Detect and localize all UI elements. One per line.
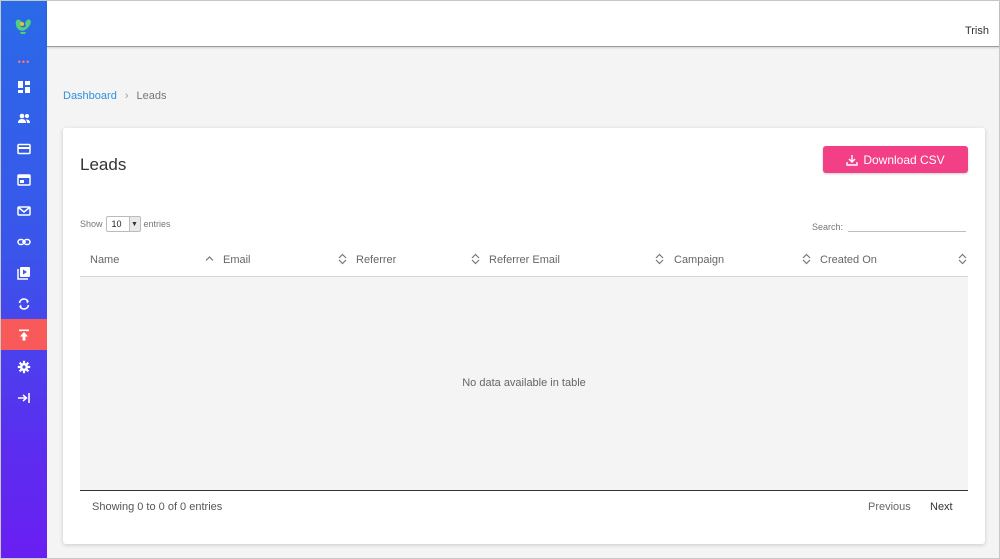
previous-page-button[interactable]: Previous (868, 501, 911, 513)
column-header-referrer[interactable]: Referrer (356, 242, 396, 277)
sidebar-item-media[interactable] (1, 257, 47, 288)
logout-icon (18, 392, 30, 403)
download-csv-button[interactable]: Download CSV (823, 146, 968, 173)
sidebar-item-sync[interactable] (1, 288, 47, 319)
table-info: Showing 0 to 0 of 0 entries (92, 501, 223, 513)
user-menu[interactable]: Trish (965, 25, 989, 37)
column-header-created-on[interactable]: Created On (820, 242, 877, 277)
page-title: Leads (80, 155, 127, 174)
sort-icon[interactable] (338, 253, 347, 265)
breadcrumb-dashboard-link[interactable]: Dashboard (63, 90, 117, 102)
upload-icon (19, 329, 29, 340)
sort-icon[interactable] (958, 253, 967, 265)
breadcrumb-separator: › (124, 90, 129, 102)
gear-icon (17, 360, 31, 373)
sidebar-item-settings[interactable] (1, 351, 47, 382)
table-body: No data available in table (80, 277, 968, 491)
media-icon (17, 266, 30, 280)
sidebar-item-pages[interactable] (1, 164, 47, 195)
sidebar-item-dashboard[interactable] (1, 71, 47, 102)
mail-icon (17, 205, 31, 216)
column-header-referrer-email[interactable]: Referrer Email (489, 242, 560, 277)
more-dots-icon: ••• (17, 57, 31, 67)
column-header-name[interactable]: Name (90, 242, 119, 277)
leads-table: Name Email Referrer Referrer Email Campa… (80, 242, 968, 491)
breadcrumb-current: Leads (136, 90, 167, 102)
page-length-select[interactable]: 10 ▼ (105, 216, 141, 232)
table-header: Name Email Referrer Referrer Email Campa… (80, 242, 968, 277)
sidebar-item-links[interactable] (1, 226, 47, 257)
sidebar-item-logout[interactable] (1, 382, 47, 413)
dashboard-icon (18, 80, 30, 93)
next-page-button[interactable]: Next (930, 501, 953, 513)
sidebar-item-leads[interactable] (1, 319, 47, 350)
app-logo-icon[interactable] (12, 15, 34, 37)
search-input[interactable] (848, 220, 967, 232)
sidebar-item-users[interactable] (1, 102, 47, 133)
card-icon (17, 143, 31, 154)
search-control: Search: (812, 220, 967, 232)
chevron-down-icon: ▼ (128, 217, 140, 231)
browser-icon (17, 173, 31, 186)
top-bar: Trish (47, 1, 999, 47)
column-header-campaign[interactable]: Campaign (674, 242, 724, 277)
download-csv-label: Download CSV (863, 152, 945, 167)
sidebar-item-mail[interactable] (1, 195, 47, 226)
page-length-control: Show 10 ▼ entries (80, 216, 171, 232)
search-label: Search: (812, 222, 844, 232)
sort-asc-icon[interactable] (205, 253, 214, 265)
sidebar: ••• (1, 1, 47, 558)
show-label: Show (80, 219, 103, 229)
sort-icon[interactable] (471, 253, 480, 265)
sync-icon (18, 297, 30, 310)
link-icon (17, 238, 31, 245)
entries-label: entries (143, 219, 171, 229)
breadcrumb: Dashboard › Leads (63, 90, 166, 102)
sidebar-item-cards[interactable] (1, 133, 47, 164)
empty-table-message: No data available in table (462, 377, 586, 389)
sort-icon[interactable] (655, 253, 664, 265)
leads-card: Leads Download CSV Show 10 ▼ entries Sea… (63, 128, 985, 544)
column-header-email[interactable]: Email (223, 242, 251, 277)
download-icon (846, 154, 859, 166)
sort-icon[interactable] (802, 253, 811, 265)
users-icon (18, 113, 30, 123)
page-length-value: 10 (111, 219, 122, 229)
